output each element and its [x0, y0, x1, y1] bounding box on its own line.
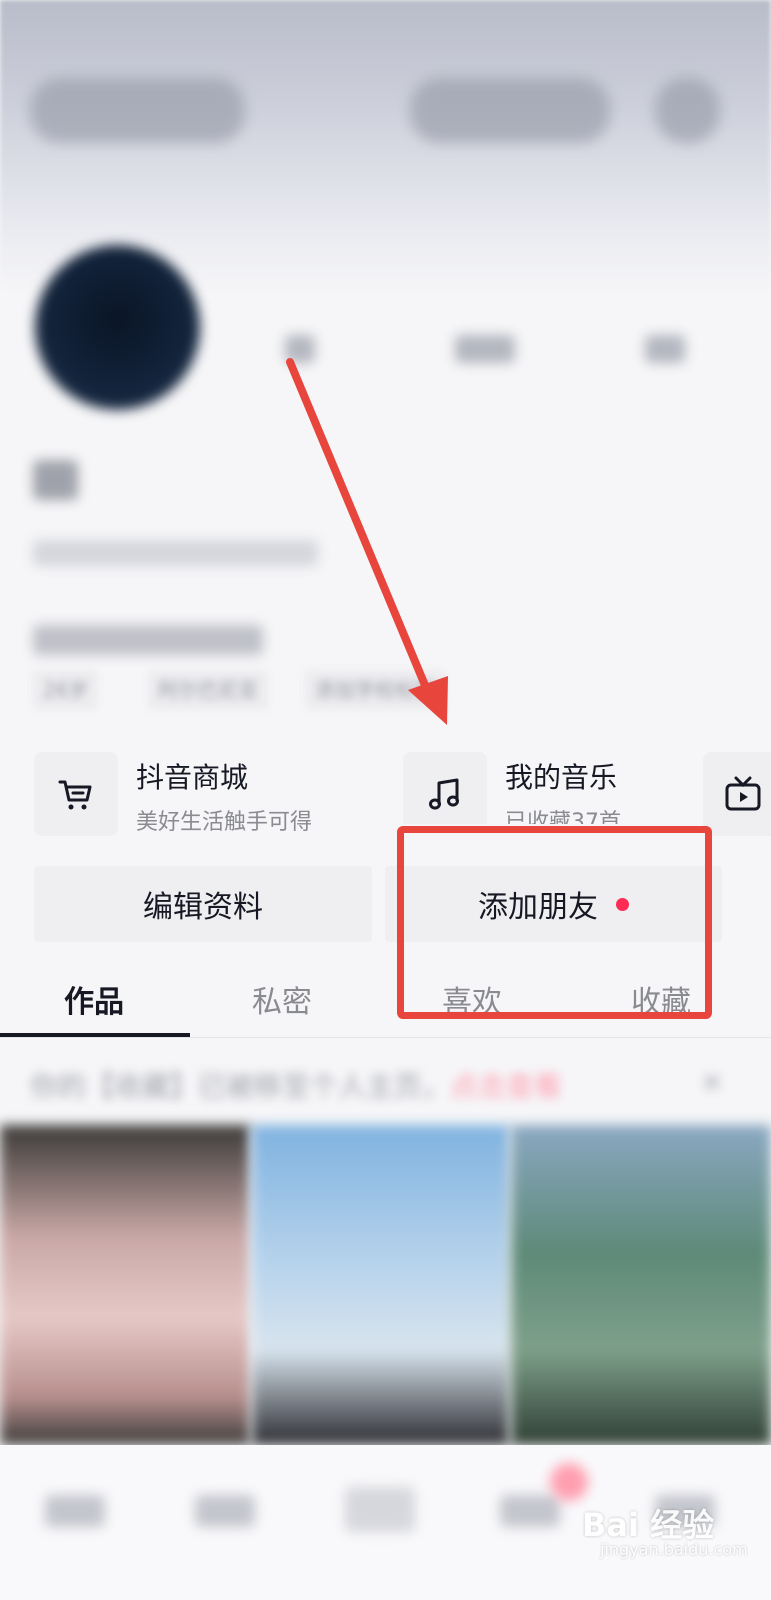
video-thumbnail[interactable]	[511, 1125, 771, 1445]
nav-friends[interactable]	[195, 1495, 255, 1527]
tab-private[interactable]: 私密	[252, 977, 312, 1021]
service-live[interactable]	[703, 752, 771, 842]
nav-create[interactable]	[345, 1487, 415, 1532]
tabs-divider	[0, 1037, 771, 1038]
music-note-icon	[403, 752, 487, 824]
video-thumbnail[interactable]	[252, 1125, 509, 1445]
cart-icon	[34, 752, 118, 836]
service-title: 抖音商城	[136, 761, 249, 794]
tv-icon	[703, 752, 771, 836]
message-badge	[550, 1463, 588, 1501]
annotation-highlight-box	[397, 826, 712, 1019]
annotation-arrow	[286, 358, 448, 725]
service-shop[interactable]: 抖音商城 美好生活触手可得	[34, 752, 374, 842]
close-icon[interactable]: ×	[700, 1065, 723, 1098]
video-grid	[0, 1125, 771, 1445]
edit-profile-label: 编辑资料	[143, 890, 263, 925]
favorites-notice[interactable]: 你的【收藏】已被移至个人主页，点击查看 ×	[30, 1065, 730, 1105]
nav-home[interactable]	[45, 1495, 105, 1527]
service-subtitle: 已收藏37首	[505, 810, 621, 824]
tab-works[interactable]: 作品	[64, 977, 124, 1021]
service-title: 我的音乐	[505, 761, 618, 794]
service-subtitle: 美好生活触手可得	[136, 810, 313, 835]
watermark-url: jingyan.baidu.com	[600, 1540, 748, 1559]
nav-messages[interactable]	[500, 1495, 560, 1527]
edit-profile-button[interactable]: 编辑资料	[34, 866, 372, 942]
video-thumbnail[interactable]	[0, 1125, 250, 1445]
notice-action[interactable]: 点击查看	[450, 1070, 562, 1103]
notice-text: 你的【收藏】已被移至个人主页，	[30, 1070, 451, 1103]
service-music[interactable]: 我的音乐 已收藏37首	[403, 752, 693, 824]
